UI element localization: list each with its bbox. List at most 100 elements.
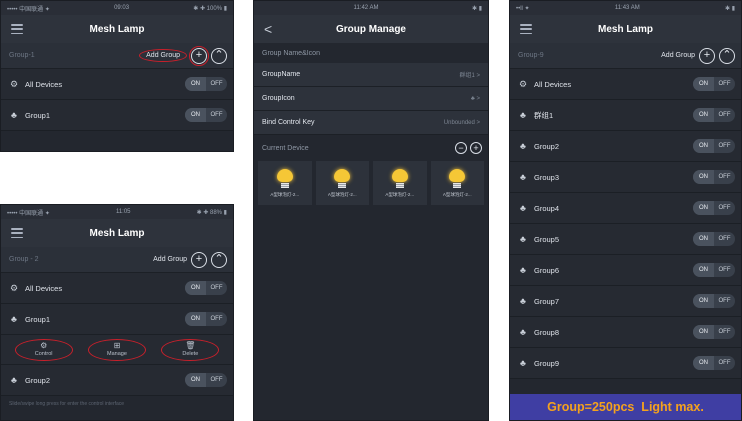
- off-button[interactable]: OFF: [714, 356, 735, 370]
- on-off-toggle[interactable]: ON OFF: [693, 108, 735, 122]
- on-button[interactable]: ON: [185, 281, 206, 295]
- collapse-up-icon[interactable]: ⌃: [211, 47, 227, 64]
- list-item[interactable]: ♣ Group5 ON OFF: [510, 224, 741, 255]
- off-button[interactable]: OFF: [206, 373, 227, 387]
- on-off-toggle[interactable]: ON OFF: [185, 281, 227, 295]
- add-group-label[interactable]: Add Group: [153, 256, 187, 263]
- add-group-label[interactable]: Add Group: [139, 49, 187, 62]
- off-button[interactable]: OFF: [714, 325, 735, 339]
- device-card[interactable]: A型球泡灯-2...: [315, 161, 369, 205]
- menu-icon[interactable]: [520, 23, 532, 35]
- on-off-toggle[interactable]: ON OFF: [693, 201, 735, 215]
- on-button[interactable]: ON: [693, 201, 714, 215]
- off-button[interactable]: OFF: [206, 312, 227, 326]
- control-button[interactable]: ⚙ Control: [14, 338, 73, 361]
- on-off-toggle[interactable]: ON OFF: [693, 294, 735, 308]
- back-icon[interactable]: <: [264, 21, 272, 37]
- list-item[interactable]: ♣ Group2 ON OFF: [510, 131, 741, 162]
- off-button[interactable]: OFF: [206, 77, 227, 91]
- row-name: Group2: [534, 141, 560, 151]
- on-button[interactable]: ON: [693, 77, 714, 91]
- list-item[interactable]: ♣ Group9 ON OFF: [510, 348, 741, 379]
- group-bar: Group-1 Add Group + ⌃: [1, 43, 233, 69]
- group-icon: ♣: [520, 110, 526, 120]
- on-button[interactable]: ON: [185, 77, 206, 91]
- on-off-toggle[interactable]: ON OFF: [185, 108, 227, 122]
- add-device-plus-icon[interactable]: +: [470, 142, 482, 154]
- on-button[interactable]: ON: [693, 139, 714, 153]
- off-button[interactable]: OFF: [714, 263, 735, 277]
- list-item[interactable]: ⚙ All Devices ON OFF: [1, 273, 233, 304]
- list-item-group2[interactable]: ♣ Group2 ON OFF: [1, 365, 233, 396]
- bulb-base: [453, 182, 462, 188]
- menu-icon[interactable]: [11, 23, 23, 35]
- on-button[interactable]: ON: [693, 263, 714, 277]
- list-item[interactable]: ♣ Group3 ON OFF: [510, 162, 741, 193]
- add-group-label[interactable]: Add Group: [661, 52, 695, 59]
- add-group-plus-icon[interactable]: +: [191, 251, 207, 268]
- on-off-toggle[interactable]: ON OFF: [185, 77, 227, 91]
- on-button[interactable]: ON: [693, 232, 714, 246]
- on-button[interactable]: ON: [693, 356, 714, 370]
- off-button[interactable]: OFF: [714, 201, 735, 215]
- settings-row[interactable]: GroupName 群组1 >: [254, 63, 488, 87]
- row-name: Group7: [534, 296, 560, 306]
- list-item[interactable]: ⚙ All Devices ON OFF: [1, 69, 233, 100]
- settings-value: ♣ >: [470, 95, 480, 102]
- list-item[interactable]: ♣ Group1 ON OFF: [1, 100, 233, 131]
- list-item[interactable]: ♣ Group6 ON OFF: [510, 255, 741, 286]
- list-item[interactable]: ♣ Group1 ON OFF: [1, 304, 233, 335]
- off-button[interactable]: OFF: [714, 77, 735, 91]
- on-button[interactable]: ON: [185, 312, 206, 326]
- off-button[interactable]: OFF: [714, 108, 735, 122]
- off-button[interactable]: OFF: [714, 170, 735, 184]
- settings-row[interactable]: Bind Control Key Unbounded >: [254, 111, 488, 135]
- settings-row[interactable]: GroupIcon ♣ >: [254, 87, 488, 111]
- off-button[interactable]: OFF: [714, 232, 735, 246]
- list-item[interactable]: ♣ Group4 ON OFF: [510, 193, 741, 224]
- on-button[interactable]: ON: [693, 294, 714, 308]
- device-card[interactable]: A型球泡灯-2...: [258, 161, 312, 205]
- on-button[interactable]: ON: [693, 108, 714, 122]
- on-off-toggle[interactable]: ON OFF: [693, 77, 735, 91]
- bulb-icon: [334, 168, 351, 182]
- on-off-toggle[interactable]: ON OFF: [693, 232, 735, 246]
- delete-button[interactable]: 🗑 Delete: [161, 338, 220, 361]
- on-button[interactable]: ON: [185, 108, 206, 122]
- list-item[interactable]: ♣ Group8 ON OFF: [510, 317, 741, 348]
- off-button[interactable]: OFF: [206, 108, 227, 122]
- on-off-toggle[interactable]: ON OFF: [185, 373, 227, 387]
- manage-button[interactable]: ⊞ Manage: [87, 338, 146, 361]
- on-button[interactable]: ON: [693, 170, 714, 184]
- on-button[interactable]: ON: [185, 373, 206, 387]
- group-icon: ♣: [520, 172, 526, 182]
- off-button[interactable]: OFF: [206, 281, 227, 295]
- bulb-base: [280, 182, 289, 188]
- device-card[interactable]: A型球泡灯-2...: [373, 161, 427, 205]
- list-item[interactable]: ♣ Group7 ON OFF: [510, 286, 741, 317]
- nav-bar: Mesh Lamp: [1, 15, 233, 43]
- row-name: All Devices: [25, 283, 63, 293]
- device-name: A型球泡灯-2...: [327, 191, 357, 197]
- add-group-controls: Add Group + ⌃: [139, 45, 227, 66]
- collapse-up-icon[interactable]: ⌃: [211, 251, 227, 268]
- status-bar: 11:42 AM ✱ ▮: [254, 1, 488, 15]
- add-group-plus-icon[interactable]: +: [699, 47, 715, 64]
- on-off-toggle[interactable]: ON OFF: [185, 312, 227, 326]
- remove-device-minus-icon[interactable]: −: [455, 142, 467, 154]
- on-off-toggle[interactable]: ON OFF: [693, 139, 735, 153]
- menu-icon[interactable]: [11, 227, 23, 239]
- on-button[interactable]: ON: [693, 325, 714, 339]
- off-button[interactable]: OFF: [714, 294, 735, 308]
- on-off-toggle[interactable]: ON OFF: [693, 325, 735, 339]
- on-off-toggle[interactable]: ON OFF: [693, 170, 735, 184]
- off-button[interactable]: OFF: [714, 139, 735, 153]
- list-item[interactable]: ♣ 群组1 ON OFF: [510, 100, 741, 131]
- on-off-toggle[interactable]: ON OFF: [693, 356, 735, 370]
- collapse-up-icon[interactable]: ⌃: [719, 47, 735, 64]
- add-group-plus-icon[interactable]: +: [189, 45, 209, 66]
- device-card[interactable]: A型球泡灯-2...: [430, 161, 484, 205]
- list-item[interactable]: ⚙ All Devices ON OFF: [510, 69, 741, 100]
- on-off-toggle[interactable]: ON OFF: [693, 263, 735, 277]
- bulb-base: [395, 182, 404, 188]
